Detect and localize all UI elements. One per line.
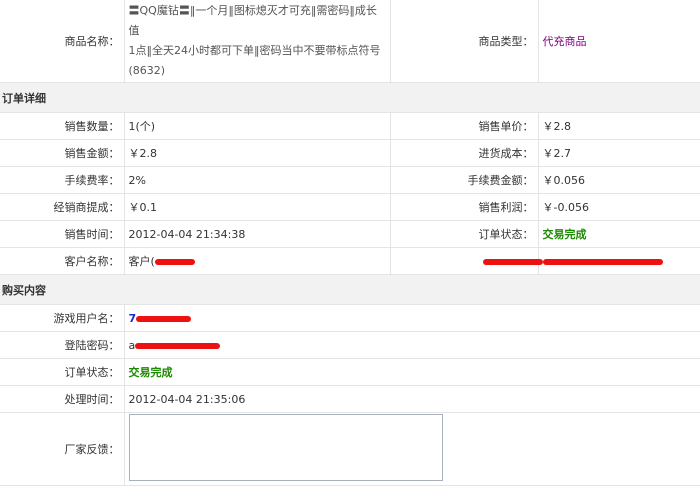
purchase-section-title: 购买内容 bbox=[0, 274, 700, 305]
login-password-label: 登陆密码： bbox=[0, 331, 125, 359]
login-password-value: a bbox=[124, 331, 700, 359]
product-row: 商品名称： 〓QQ魔钻〓‖一个月‖图标熄灭才可充‖需密码‖成长值 1点‖全天24… bbox=[0, 0, 700, 83]
fee-rate-value: 2% bbox=[124, 166, 391, 194]
sales-amount-label: 销售金额： bbox=[0, 139, 125, 167]
order-detail-row: 销售金额： ￥2.8 进货成本： ￥2.7 bbox=[0, 139, 700, 167]
purchase-row: 订单状态： 交易完成 bbox=[0, 358, 700, 386]
redaction-mark bbox=[135, 342, 221, 349]
purchase-order-status-value: 交易完成 bbox=[124, 358, 700, 386]
order-detail-row: 经销商提成： ￥0.1 销售利润： ￥-0.056 bbox=[0, 193, 700, 221]
sales-profit-label: 销售利润： bbox=[390, 193, 539, 221]
customer-name-label: 客户名称： bbox=[0, 247, 125, 275]
order-details-page: 商品名称： 〓QQ魔钻〓‖一个月‖图标熄灭才可充‖需密码‖成长值 1点‖全天24… bbox=[0, 0, 700, 486]
redaction-mark bbox=[542, 258, 663, 265]
order-detail-row: 销售时间： 2012-04-04 21:34:38 订单状态： 交易完成 bbox=[0, 220, 700, 248]
unit-price-label: 销售单价： bbox=[390, 112, 539, 140]
process-time-label: 处理时间： bbox=[0, 385, 125, 413]
purchase-cost-value: ￥2.7 bbox=[538, 139, 700, 167]
game-username-text: 7 bbox=[128, 311, 137, 325]
fee-rate-label: 手续费率： bbox=[0, 166, 125, 194]
unit-price-value: ￥2.8 bbox=[538, 112, 700, 140]
purchase-cost-label: 进货成本： bbox=[390, 139, 539, 167]
game-username-value: 7 bbox=[124, 304, 700, 332]
product-type-label: 商品类型： bbox=[390, 0, 539, 83]
purchase-row: 厂家反馈： bbox=[0, 412, 700, 486]
customer-name-value: 客户( bbox=[124, 247, 391, 275]
purchase-row: 登陆密码： a bbox=[0, 331, 700, 359]
vendor-feedback-label: 厂家反馈： bbox=[0, 412, 125, 486]
sale-time-label: 销售时间： bbox=[0, 220, 125, 248]
purchase-row: 处理时间： 2012-04-04 21:35:06 bbox=[0, 385, 700, 413]
fee-amount-label: 手续费金额： bbox=[390, 166, 539, 194]
redacted-label bbox=[390, 247, 543, 275]
sales-profit-value: ￥-0.056 bbox=[538, 193, 700, 221]
dealer-commission-label: 经销商提成： bbox=[0, 193, 125, 221]
redaction-mark bbox=[136, 315, 192, 322]
sale-time-value: 2012-04-04 21:34:38 bbox=[124, 220, 391, 248]
fee-amount-value: ￥0.056 bbox=[538, 166, 700, 194]
order-detail-row: 客户名称： 客户( bbox=[0, 247, 700, 275]
dealer-commission-value: ￥0.1 bbox=[124, 193, 391, 221]
product-name-line-1: 〓QQ魔钻〓‖一个月‖图标熄灭才可充‖需密码‖成长值 bbox=[128, 4, 377, 37]
product-name-line-2: 1点‖全天24小时都可下单‖密码当中不要带标点符号 bbox=[128, 44, 381, 57]
vendor-feedback-textarea[interactable] bbox=[128, 414, 443, 481]
product-type-value: 代充商品 bbox=[538, 0, 700, 83]
purchase-section-header: 购买内容 bbox=[0, 274, 700, 305]
quantity-value: 1(个) bbox=[124, 112, 391, 140]
order-status-value: 交易完成 bbox=[538, 220, 700, 248]
quantity-label: 销售数量： bbox=[0, 112, 125, 140]
product-name-value: 〓QQ魔钻〓‖一个月‖图标熄灭才可充‖需密码‖成长值 1点‖全天24小时都可下单… bbox=[124, 0, 391, 83]
order-detail-row: 销售数量： 1(个) 销售单价： ￥2.8 bbox=[0, 112, 700, 140]
order-detail-section-header: 订单详细 bbox=[0, 82, 700, 113]
product-name-label: 商品名称： bbox=[0, 0, 125, 83]
redaction-mark bbox=[154, 259, 195, 265]
game-username-label: 游戏用户名： bbox=[0, 304, 125, 332]
redaction-mark bbox=[482, 259, 543, 265]
order-detail-row: 手续费率： 2% 手续费金额： ￥0.056 bbox=[0, 166, 700, 194]
order-detail-section-title: 订单详细 bbox=[0, 82, 700, 113]
purchase-row: 游戏用户名： 7 bbox=[0, 304, 700, 332]
login-password-text: a bbox=[128, 338, 136, 352]
sales-amount-value: ￥2.8 bbox=[124, 139, 391, 167]
order-table: 商品名称： 〓QQ魔钻〓‖一个月‖图标熄灭才可充‖需密码‖成长值 1点‖全天24… bbox=[0, 0, 700, 486]
vendor-feedback-cell bbox=[124, 412, 700, 486]
process-time-value: 2012-04-04 21:35:06 bbox=[124, 385, 700, 413]
order-status-label: 订单状态： bbox=[390, 220, 539, 248]
purchase-order-status-label: 订单状态： bbox=[0, 358, 125, 386]
customer-name-text: 客户( bbox=[128, 255, 155, 268]
redacted-value bbox=[538, 247, 700, 275]
product-name-line-3: (8632) bbox=[128, 64, 166, 77]
